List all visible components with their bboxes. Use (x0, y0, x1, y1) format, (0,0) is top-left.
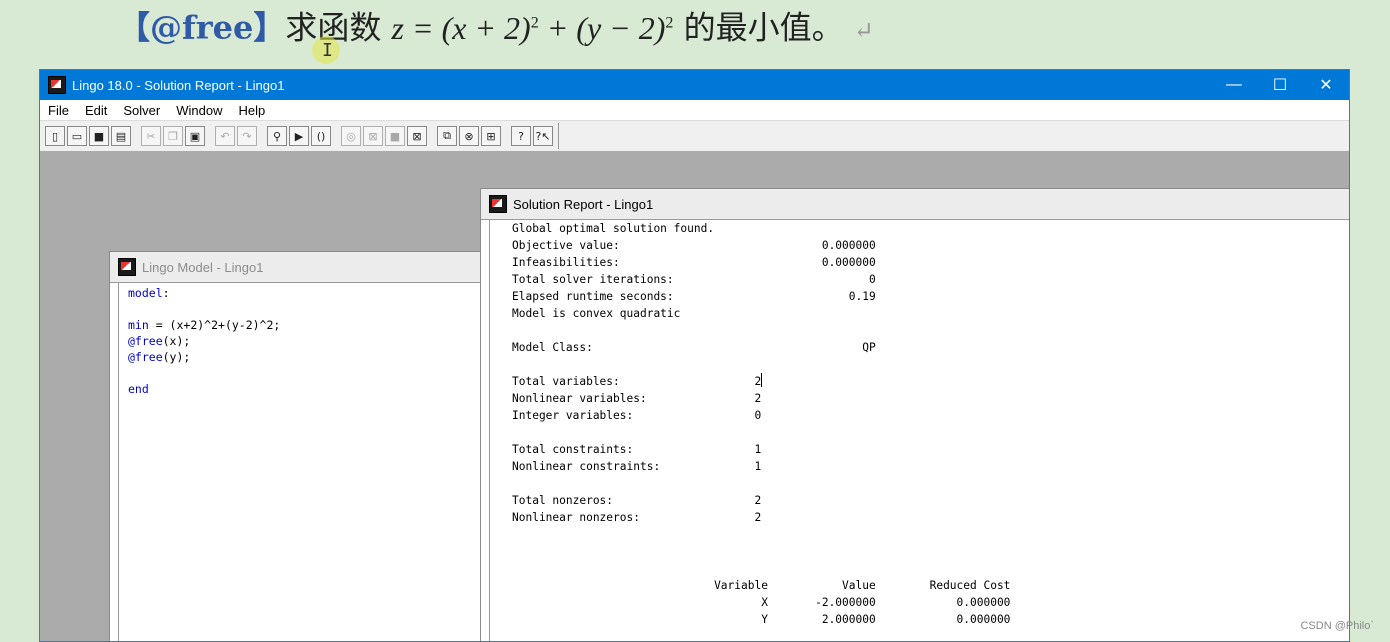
new-icon[interactable]: ▯ (45, 126, 65, 146)
report-line: Elapsed runtime seconds: 0.19 (512, 290, 876, 303)
model-window[interactable]: Lingo Model - Lingo1 model: min = (x+2)^… (109, 251, 491, 641)
toolbar: ▯ ▭ ■ ▤ ✂ ❐ ▣ ↶ ↷ ⚲ ▶ () ◎ ⊠ ■ ⊠ ⧉ ⊗ ⊞ ?… (40, 121, 1349, 152)
report-line: Global optimal solution found. (512, 222, 715, 235)
minimize-button[interactable]: — (1211, 70, 1257, 100)
redo-icon[interactable]: ↷ (237, 126, 257, 146)
slide-headline: 【@free】求函数 z = (x + 2)2 + (y − 2)2 的最小值。… (118, 0, 874, 56)
report-line: Model Class: QP (512, 341, 876, 354)
solution-report-window[interactable]: Solution Report - Lingo1 Global optimal … (480, 188, 1349, 641)
model-editor[interactable]: model: min = (x+2)^2+(y-2)^2; @free(x); … (118, 283, 490, 641)
report-line: Variable Value Reduced Cost (512, 579, 1011, 592)
report-line: Y 2.000000 0.000000 (512, 613, 1011, 626)
report-text[interactable]: Global optimal solution found. Objective… (489, 220, 1349, 641)
menu-window[interactable]: Window (168, 103, 230, 118)
app-title: Lingo 18.0 - Solution Report - Lingo1 (72, 77, 285, 93)
tile-icon[interactable]: ⧉ (437, 126, 457, 146)
lingo-app-window: Lingo 18.0 - Solution Report - Lingo1 — … (39, 69, 1350, 642)
report-content: Global optimal solution found. Objective… (490, 220, 1349, 628)
arrange-icon[interactable]: ⊞ (481, 126, 501, 146)
goto-icon[interactable]: ▶ (289, 126, 309, 146)
copy-icon[interactable]: ❐ (163, 126, 183, 146)
report-line: Infeasibilities: 0.000000 (512, 256, 876, 269)
headline-tail: 的最小值。 (673, 8, 844, 47)
report-line: Total nonzeros: 2 (512, 494, 762, 507)
solution-icon[interactable]: ⊠ (363, 126, 383, 146)
context-help-icon[interactable]: ?↖ (533, 126, 553, 146)
watermark: CSDN @Philo` (1300, 620, 1374, 632)
report-line: Nonlinear constraints: 1 (512, 460, 762, 473)
report-line: Integer variables: 0 (512, 409, 762, 422)
model-window-title: Lingo Model - Lingo1 (142, 259, 264, 275)
print-icon[interactable]: ▤ (111, 126, 131, 146)
report-line: Nonlinear variables: 2 (512, 392, 762, 405)
menu-help[interactable]: Help (230, 103, 273, 118)
report-line: X -2.000000 0.000000 (512, 596, 1011, 609)
report-line: Total constraints: 1 (512, 443, 762, 456)
text-cursor-icon: I (322, 40, 333, 61)
close-all-icon[interactable]: ⊠ (407, 126, 427, 146)
report-window-title: Solution Report - Lingo1 (513, 196, 654, 212)
send-to-back-icon[interactable]: ■ (385, 126, 405, 146)
paste-icon[interactable]: ▣ (185, 126, 205, 146)
lingo-icon (48, 76, 66, 94)
close-button[interactable]: ✕ (1303, 70, 1349, 100)
app-titlebar[interactable]: Lingo 18.0 - Solution Report - Lingo1 — … (40, 70, 1349, 100)
menu-edit[interactable]: Edit (77, 103, 115, 118)
open-icon[interactable]: ▭ (67, 126, 87, 146)
undo-icon[interactable]: ↶ (215, 126, 235, 146)
menu-bar: File Edit Solver Window Help (40, 100, 1349, 121)
maximize-button[interactable]: ☐ (1257, 70, 1303, 100)
model-window-titlebar[interactable]: Lingo Model - Lingo1 (110, 252, 490, 283)
text-caret (761, 373, 763, 387)
report-line: Total variables: 2 (512, 375, 762, 388)
free-tag: 【@free】 (118, 8, 286, 47)
save-icon[interactable]: ■ (89, 126, 109, 146)
cascade-icon[interactable]: ⊗ (459, 126, 479, 146)
lingo-icon (118, 258, 136, 276)
report-line: Objective value: 0.000000 (512, 239, 876, 252)
return-icon: ↵ (853, 16, 874, 45)
find-icon[interactable]: ⚲ (267, 126, 287, 146)
lingo-icon (489, 195, 507, 213)
match-paren-icon[interactable]: () (311, 126, 331, 146)
report-line: Total solver iterations: 0 (512, 273, 876, 286)
formula: z = (x + 2)2 + (y − 2)2 (391, 9, 674, 46)
menu-solver[interactable]: Solver (115, 103, 168, 118)
help-icon[interactable]: ? (511, 126, 531, 146)
solve-icon[interactable]: ◎ (341, 126, 361, 146)
menu-file[interactable]: File (40, 103, 77, 118)
report-window-titlebar[interactable]: Solution Report - Lingo1 (481, 189, 1349, 220)
report-line: Model is convex quadratic (512, 307, 681, 320)
mdi-workspace: Lingo Model - Lingo1 model: min = (x+2)^… (40, 151, 1349, 641)
report-line: Nonlinear nonzeros: 2 (512, 511, 762, 524)
cut-icon[interactable]: ✂ (141, 126, 161, 146)
